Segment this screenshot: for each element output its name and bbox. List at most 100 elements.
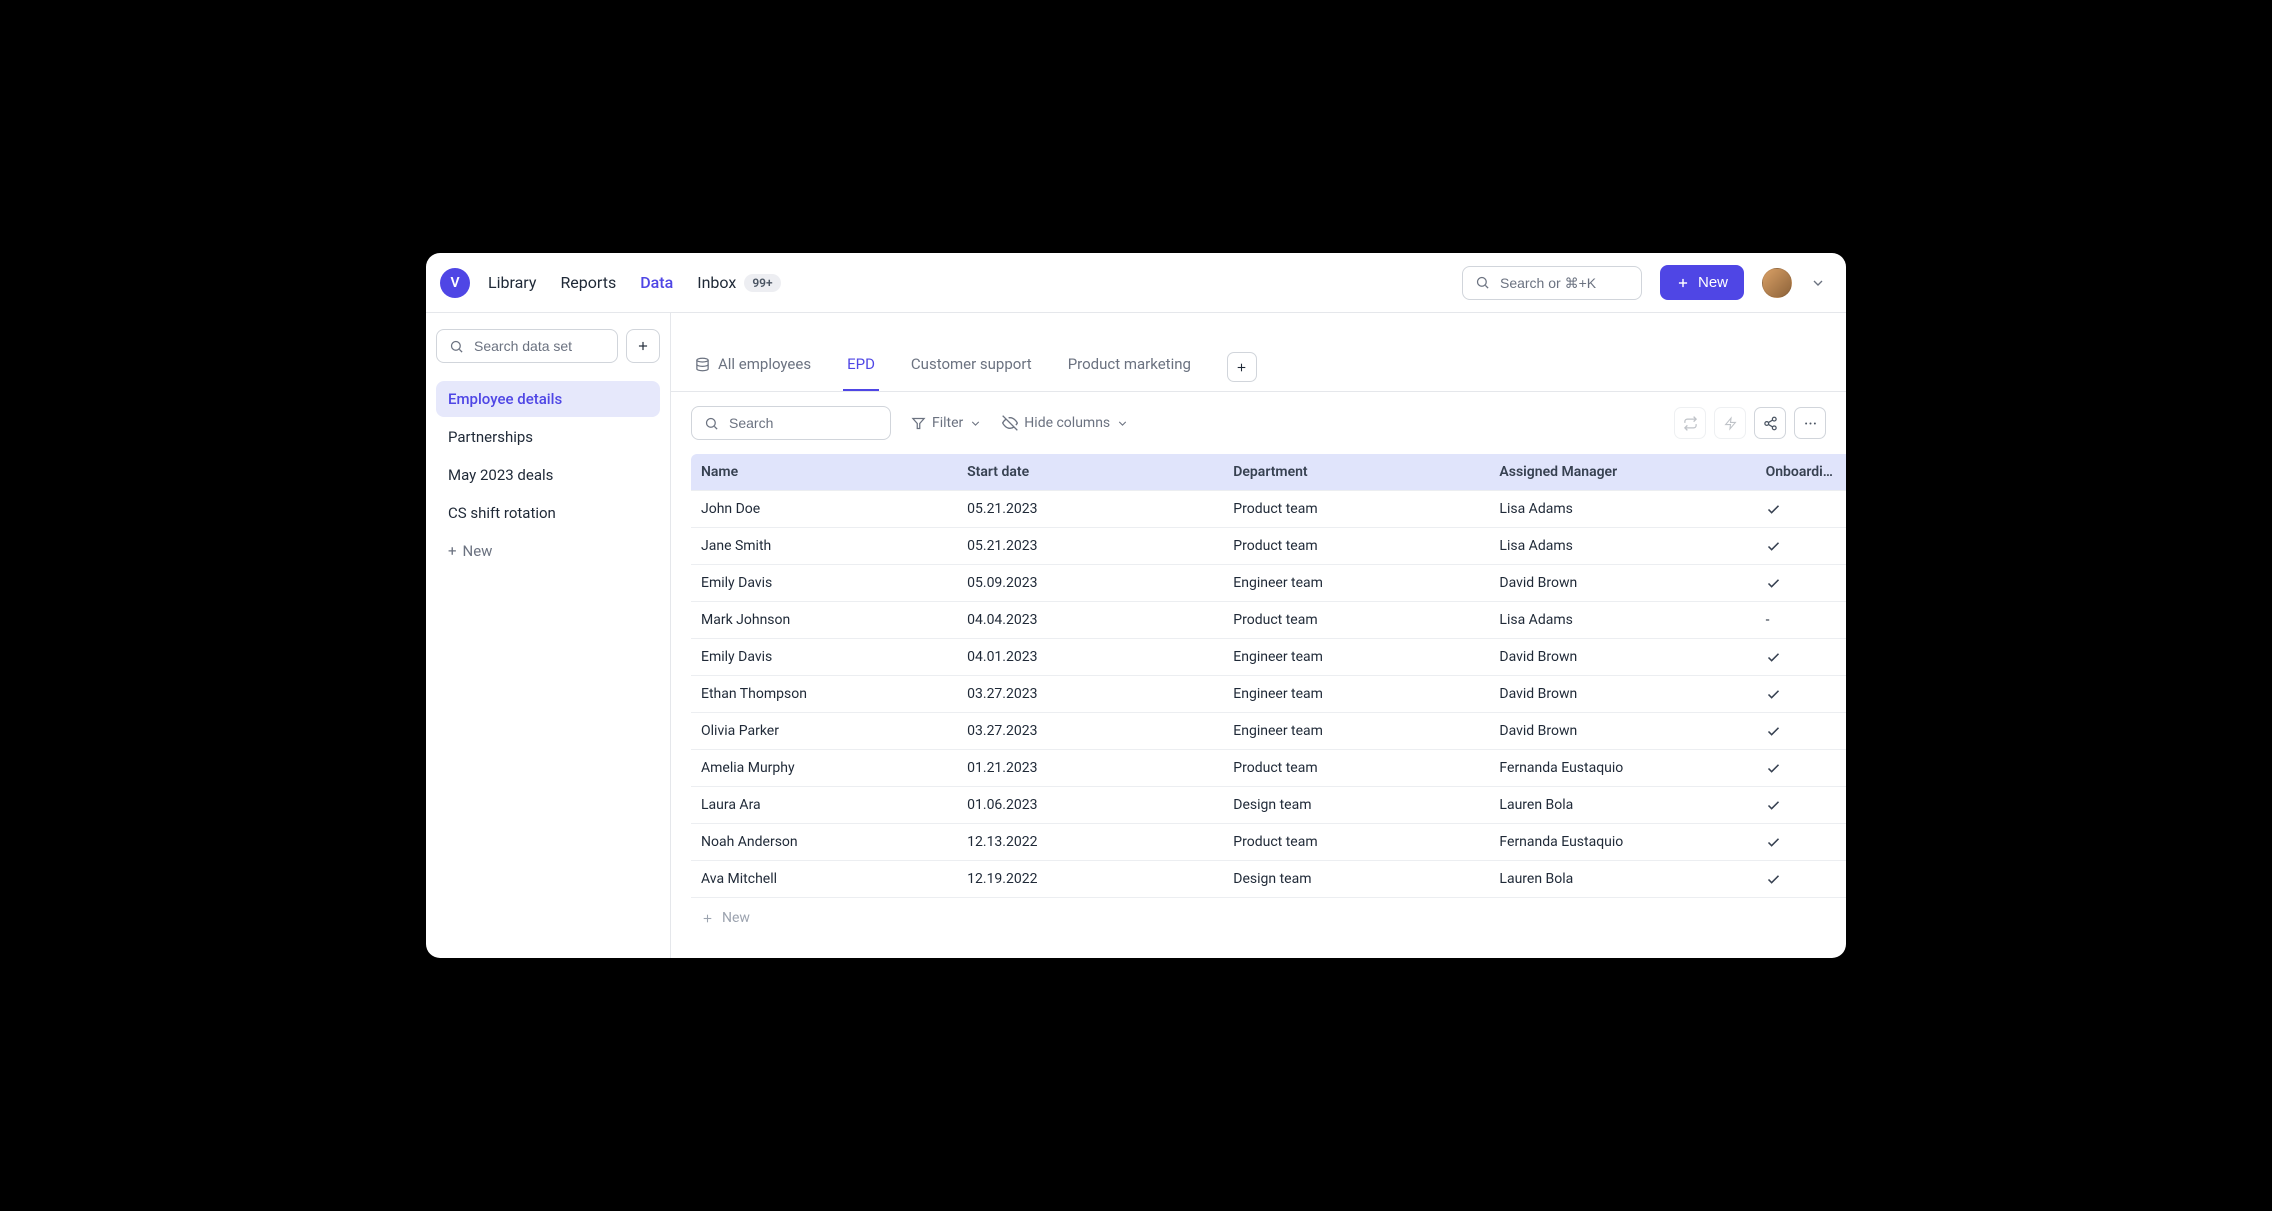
table-cell[interactable]: David Brown <box>1489 676 1755 713</box>
table-cell[interactable]: Design team <box>1223 861 1489 898</box>
table-cell[interactable]: David Brown <box>1489 639 1755 676</box>
sidebar-search[interactable] <box>436 329 618 363</box>
onboarding-cell[interactable] <box>1756 639 1846 676</box>
table-cell[interactable]: Product team <box>1223 602 1489 639</box>
table-cell[interactable]: Fernanda Eustaquio <box>1489 824 1755 861</box>
column-header[interactable]: Name <box>691 454 957 491</box>
table-row[interactable]: Jane Smith05.21.2023Product teamLisa Ada… <box>691 528 1846 565</box>
sidebar-item[interactable]: May 2023 deals <box>436 457 660 493</box>
onboarding-cell[interactable] <box>1756 528 1846 565</box>
share-button[interactable] <box>1754 407 1786 439</box>
table-cell[interactable]: Ava Mitchell <box>691 861 957 898</box>
avatar[interactable] <box>1762 268 1792 298</box>
table-search[interactable] <box>691 406 891 440</box>
table-cell[interactable]: Jane Smith <box>691 528 957 565</box>
table-cell[interactable]: Lauren Bola <box>1489 787 1755 824</box>
table-search-input[interactable] <box>727 414 878 432</box>
nav-inbox[interactable]: Inbox99+ <box>697 273 780 292</box>
tab-epd[interactable]: EPD <box>843 343 879 391</box>
sidebar-item[interactable]: CS shift rotation <box>436 495 660 531</box>
table-row[interactable]: Emily Davis04.01.2023Engineer teamDavid … <box>691 639 1846 676</box>
table-cell[interactable]: David Brown <box>1489 713 1755 750</box>
table-cell[interactable]: 05.21.2023 <box>957 491 1223 528</box>
onboarding-cell[interactable] <box>1756 750 1846 787</box>
table-row[interactable]: John Doe05.21.2023Product teamLisa Adams <box>691 491 1846 528</box>
column-header[interactable]: Assigned Manager <box>1489 454 1755 491</box>
table-cell[interactable]: 03.27.2023 <box>957 713 1223 750</box>
table-cell[interactable]: Product team <box>1223 750 1489 787</box>
table-cell[interactable]: 01.06.2023 <box>957 787 1223 824</box>
table-row[interactable]: Noah Anderson12.13.2022Product teamFerna… <box>691 824 1846 861</box>
table-row[interactable]: Ethan Thompson03.27.2023Engineer teamDav… <box>691 676 1846 713</box>
table-row[interactable]: Olivia Parker03.27.2023Engineer teamDavi… <box>691 713 1846 750</box>
nav-library[interactable]: Library <box>488 273 536 292</box>
tab-all-employees[interactable]: All employees <box>691 343 815 391</box>
table-cell[interactable]: Lisa Adams <box>1489 491 1755 528</box>
table-cell[interactable]: Fernanda Eustaquio <box>1489 750 1755 787</box>
nav-reports[interactable]: Reports <box>560 273 616 292</box>
table-cell[interactable]: 01.21.2023 <box>957 750 1223 787</box>
hide-columns-button[interactable]: Hide columns <box>1002 415 1129 431</box>
column-header[interactable]: Department <box>1223 454 1489 491</box>
more-button[interactable] <box>1794 407 1826 439</box>
table-row[interactable]: Mark Johnson04.04.2023Product teamLisa A… <box>691 602 1846 639</box>
add-row-button[interactable]: New <box>691 898 1846 938</box>
table-cell[interactable]: Lauren Bola <box>1489 861 1755 898</box>
table-cell[interactable]: Engineer team <box>1223 676 1489 713</box>
table-cell[interactable]: Noah Anderson <box>691 824 957 861</box>
onboarding-cell[interactable] <box>1756 787 1846 824</box>
table-cell[interactable]: Product team <box>1223 528 1489 565</box>
table-cell[interactable]: 04.01.2023 <box>957 639 1223 676</box>
onboarding-cell[interactable]: - <box>1756 602 1846 639</box>
table-row[interactable]: Amelia Murphy01.21.2023Product teamFerna… <box>691 750 1846 787</box>
global-search[interactable] <box>1462 266 1642 300</box>
sidebar-item[interactable]: Employee details <box>436 381 660 417</box>
onboarding-cell[interactable] <box>1756 713 1846 750</box>
account-menu-chevron[interactable] <box>1810 275 1826 291</box>
sidebar-item[interactable]: Partnerships <box>436 419 660 455</box>
table-cell[interactable]: Engineer team <box>1223 565 1489 602</box>
table-row[interactable]: Emily Davis05.09.2023Engineer teamDavid … <box>691 565 1846 602</box>
table-cell[interactable]: Engineer team <box>1223 713 1489 750</box>
table-cell[interactable]: John Doe <box>691 491 957 528</box>
onboarding-cell[interactable] <box>1756 676 1846 713</box>
table-cell[interactable]: Amelia Murphy <box>691 750 957 787</box>
tab-customer-support[interactable]: Customer support <box>907 343 1036 391</box>
table-cell[interactable]: 12.13.2022 <box>957 824 1223 861</box>
nav-data[interactable]: Data <box>640 273 673 292</box>
table-cell[interactable]: Product team <box>1223 491 1489 528</box>
brand-logo[interactable]: V <box>440 268 470 298</box>
column-header[interactable]: Start date <box>957 454 1223 491</box>
table-cell[interactable]: Engineer team <box>1223 639 1489 676</box>
column-header[interactable]: Onboarding <box>1756 454 1846 491</box>
table-cell[interactable]: Lisa Adams <box>1489 528 1755 565</box>
table-cell[interactable]: 05.21.2023 <box>957 528 1223 565</box>
table-cell[interactable]: Product team <box>1223 824 1489 861</box>
table-cell[interactable]: Emily Davis <box>691 565 957 602</box>
tab-product-marketing[interactable]: Product marketing <box>1064 343 1195 391</box>
table-cell[interactable]: 03.27.2023 <box>957 676 1223 713</box>
table-cell[interactable]: Laura Ara <box>691 787 957 824</box>
table-cell[interactable]: 04.04.2023 <box>957 602 1223 639</box>
sidebar-search-input[interactable] <box>472 337 605 355</box>
sidebar-add-button[interactable] <box>626 329 660 363</box>
onboarding-cell[interactable] <box>1756 491 1846 528</box>
onboarding-cell[interactable] <box>1756 861 1846 898</box>
table-cell[interactable]: Olivia Parker <box>691 713 957 750</box>
sidebar-new-item[interactable]: + New <box>436 533 660 569</box>
onboarding-cell[interactable] <box>1756 824 1846 861</box>
new-button[interactable]: New <box>1660 265 1744 300</box>
table-cell[interactable]: 05.09.2023 <box>957 565 1223 602</box>
table-cell[interactable]: Ethan Thompson <box>691 676 957 713</box>
add-tab-button[interactable] <box>1227 352 1257 382</box>
table-cell[interactable]: Design team <box>1223 787 1489 824</box>
table-cell[interactable]: Emily Davis <box>691 639 957 676</box>
table-cell[interactable]: 12.19.2022 <box>957 861 1223 898</box>
onboarding-cell[interactable] <box>1756 565 1846 602</box>
table-cell[interactable]: Mark Johnson <box>691 602 957 639</box>
table-row[interactable]: Laura Ara01.06.2023Design teamLauren Bol… <box>691 787 1846 824</box>
table-cell[interactable]: David Brown <box>1489 565 1755 602</box>
table-cell[interactable]: Lisa Adams <box>1489 602 1755 639</box>
table-row[interactable]: Ava Mitchell12.19.2022Design teamLauren … <box>691 861 1846 898</box>
filter-button[interactable]: Filter <box>911 415 982 431</box>
